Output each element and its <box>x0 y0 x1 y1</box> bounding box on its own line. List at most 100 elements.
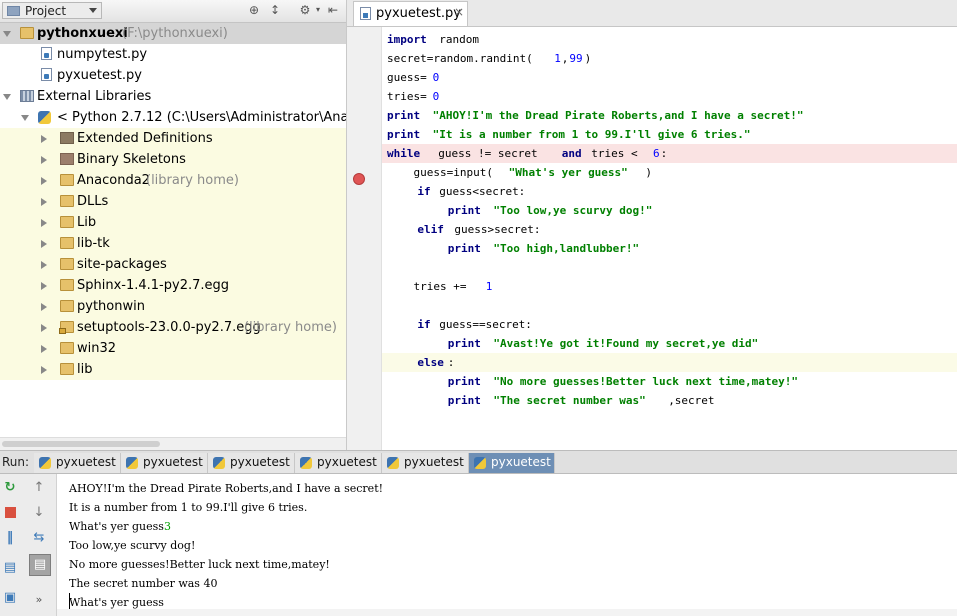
code-line[interactable]: print "No more guesses!Better luck next … <box>382 372 957 391</box>
code-line[interactable]: tries += 1 <box>382 277 957 296</box>
tree-item-label: lib <box>77 362 93 377</box>
code-line[interactable]: print "Too high,landlubber!" <box>382 239 957 258</box>
code-line[interactable]: else: <box>382 353 957 372</box>
horizontal-scrollbar[interactable] <box>0 437 346 450</box>
tree-item-python-sdk[interactable]: < Python 2.7.12 (C:\Users\Administrator\… <box>0 107 346 128</box>
expand-arrow-icon[interactable] <box>41 198 47 206</box>
stop-icon[interactable] <box>2 505 18 521</box>
expand-arrow-icon[interactable] <box>41 324 47 332</box>
tree-item-label: lib-tk <box>77 236 110 251</box>
expand-arrow-icon[interactable] <box>41 261 47 269</box>
run-label: Run: <box>2 455 30 469</box>
scroll-to-end-icon[interactable]: ▤ <box>29 554 51 576</box>
code-line[interactable]: secret=random.randint(1, 99) <box>382 49 957 68</box>
code-line[interactable]: guess= 0 <box>382 68 957 87</box>
code-keyword: elif <box>417 223 444 236</box>
tree-item-folder[interactable]: site-packages <box>0 254 346 275</box>
code-line[interactable]: print "AHOY!I'm the Dread Pirate Roberts… <box>382 106 957 125</box>
code-line[interactable] <box>382 258 957 277</box>
soft-wrap-icon[interactable]: ⇆ <box>31 530 47 546</box>
code-keyword: else <box>417 356 444 369</box>
code-line[interactable]: if guess<secret: <box>382 182 957 201</box>
code-line[interactable]: print "It is a number from 1 to 99.I'll … <box>382 125 957 144</box>
code-line[interactable]: print "The secret number was" ,secret <box>382 391 957 410</box>
tree-item-folder[interactable]: DLLs <box>0 191 346 212</box>
expand-arrow-icon[interactable] <box>41 240 47 248</box>
chevron-down-icon[interactable]: ▾ <box>311 3 325 17</box>
tree-item-folder[interactable]: win32 <box>0 338 346 359</box>
expand-arrow-icon[interactable] <box>41 282 47 290</box>
tree-item-label: Extended Definitions <box>77 131 213 146</box>
run-tab[interactable]: pyxuetest <box>121 453 208 473</box>
tree-item-folder[interactable]: Extended Definitions <box>0 128 346 149</box>
project-view-selector[interactable]: Project <box>2 2 102 19</box>
editor-gutter[interactable] <box>347 27 382 450</box>
target-icon[interactable]: ⊕ <box>247 3 261 17</box>
code-line[interactable]: tries= 0 <box>382 87 957 106</box>
project-panel: Project ⊕ ↕ ⚙ ▾ ⇤ pythonxuexi (F:\python… <box>0 0 347 450</box>
tree-item-folder[interactable]: lib <box>0 359 346 380</box>
code-line[interactable]: print "Avast!Ye got it!Found my secret,y… <box>382 334 957 353</box>
hide-panel-icon[interactable]: ⇤ <box>326 3 340 17</box>
expand-arrow-icon[interactable] <box>41 135 47 143</box>
expand-arrow-icon[interactable] <box>21 115 29 121</box>
tree-item-folder[interactable]: Binary Skeletons <box>0 149 346 170</box>
code-line[interactable]: print "Too low,ye scurvy dog!" <box>382 201 957 220</box>
rerun-icon[interactable]: ↻ <box>2 480 18 496</box>
code-text: random <box>432 33 479 46</box>
more-icon[interactable]: » <box>31 592 47 608</box>
tab-pyxuetest[interactable]: pyxuetest.py × <box>353 1 468 26</box>
expand-arrow-icon[interactable] <box>41 303 47 311</box>
expand-arrow-icon[interactable] <box>41 177 47 185</box>
tree-item-label: < Python 2.7.12 (C:\Users\Administrator\… <box>57 110 346 125</box>
tree-item-external-libraries[interactable]: External Libraries <box>0 86 346 107</box>
code-string: "Avast!Ye got it!Found my secret,ye did" <box>493 337 759 350</box>
collapse-all-icon[interactable]: ↕ <box>268 3 282 17</box>
run-tab[interactable]: pyxuetest <box>34 453 121 473</box>
expand-arrow-icon[interactable] <box>41 345 47 353</box>
tree-item-folder[interactable]: setuptools-23.0.0-py2.7.egg (library hom… <box>0 317 346 338</box>
close-icon[interactable]: × <box>454 5 464 19</box>
run-tab-label: pyxuetest <box>56 455 116 469</box>
run-console[interactable]: AHOY!I'm the Dread Pirate Roberts,and I … <box>57 474 957 616</box>
expand-arrow-icon[interactable] <box>3 31 11 37</box>
pause-icon[interactable]: ‖ <box>2 530 18 546</box>
code-line[interactable]: while guess != secret and tries < 6: <box>382 144 957 163</box>
expand-arrow-icon[interactable] <box>41 366 47 374</box>
tree-item-folder[interactable]: Lib <box>0 212 346 233</box>
horizontal-scrollbar[interactable] <box>57 609 957 616</box>
code-line[interactable]: if guess==secret: <box>382 315 957 334</box>
tree-item-folder[interactable]: Anaconda2 (library home) <box>0 170 346 191</box>
arrow-down-icon[interactable]: ↓ <box>31 505 47 521</box>
expand-arrow-icon[interactable] <box>41 219 47 227</box>
code-line[interactable] <box>382 296 957 315</box>
run-tab[interactable]: pyxuetest <box>208 453 295 473</box>
run-tab[interactable]: pyxuetest <box>382 453 469 473</box>
tree-item-project-root[interactable]: pythonxuexi (F:\pythonxuexi) <box>0 23 346 44</box>
scrollbar-thumb[interactable] <box>2 441 160 447</box>
tree-item-file[interactable]: numpytest.py <box>0 44 346 65</box>
folder-icon <box>60 363 74 375</box>
layout-icon[interactable]: ▤ <box>2 560 18 576</box>
breakpoint-icon[interactable] <box>353 173 365 185</box>
run-tab[interactable]: pyxuetest <box>295 453 382 473</box>
tree-item-folder[interactable]: Sphinx-1.4.1-py2.7.egg <box>0 275 346 296</box>
code-keyword: print <box>447 204 481 217</box>
tree-item-file[interactable]: pyxuetest.py <box>0 65 346 86</box>
gear-icon[interactable]: ⚙ <box>298 3 312 17</box>
print-icon[interactable]: ▣ <box>2 590 18 606</box>
console-line: No more guesses!Better luck next time,ma… <box>69 558 330 571</box>
expand-arrow-icon[interactable] <box>3 94 11 100</box>
python-file-icon <box>41 68 52 81</box>
run-tab-active[interactable]: pyxuetest <box>469 453 555 473</box>
arrow-up-icon[interactable]: ↑ <box>31 480 47 496</box>
expand-arrow-icon[interactable] <box>41 156 47 164</box>
tree-item-folder[interactable]: lib-tk <box>0 233 346 254</box>
code-line[interactable]: elif guess>secret: <box>382 220 957 239</box>
code-line[interactable]: import random <box>382 30 957 49</box>
code-line[interactable]: guess=input("What's yer guess") <box>382 163 957 182</box>
tree-item-folder[interactable]: pythonwin <box>0 296 346 317</box>
